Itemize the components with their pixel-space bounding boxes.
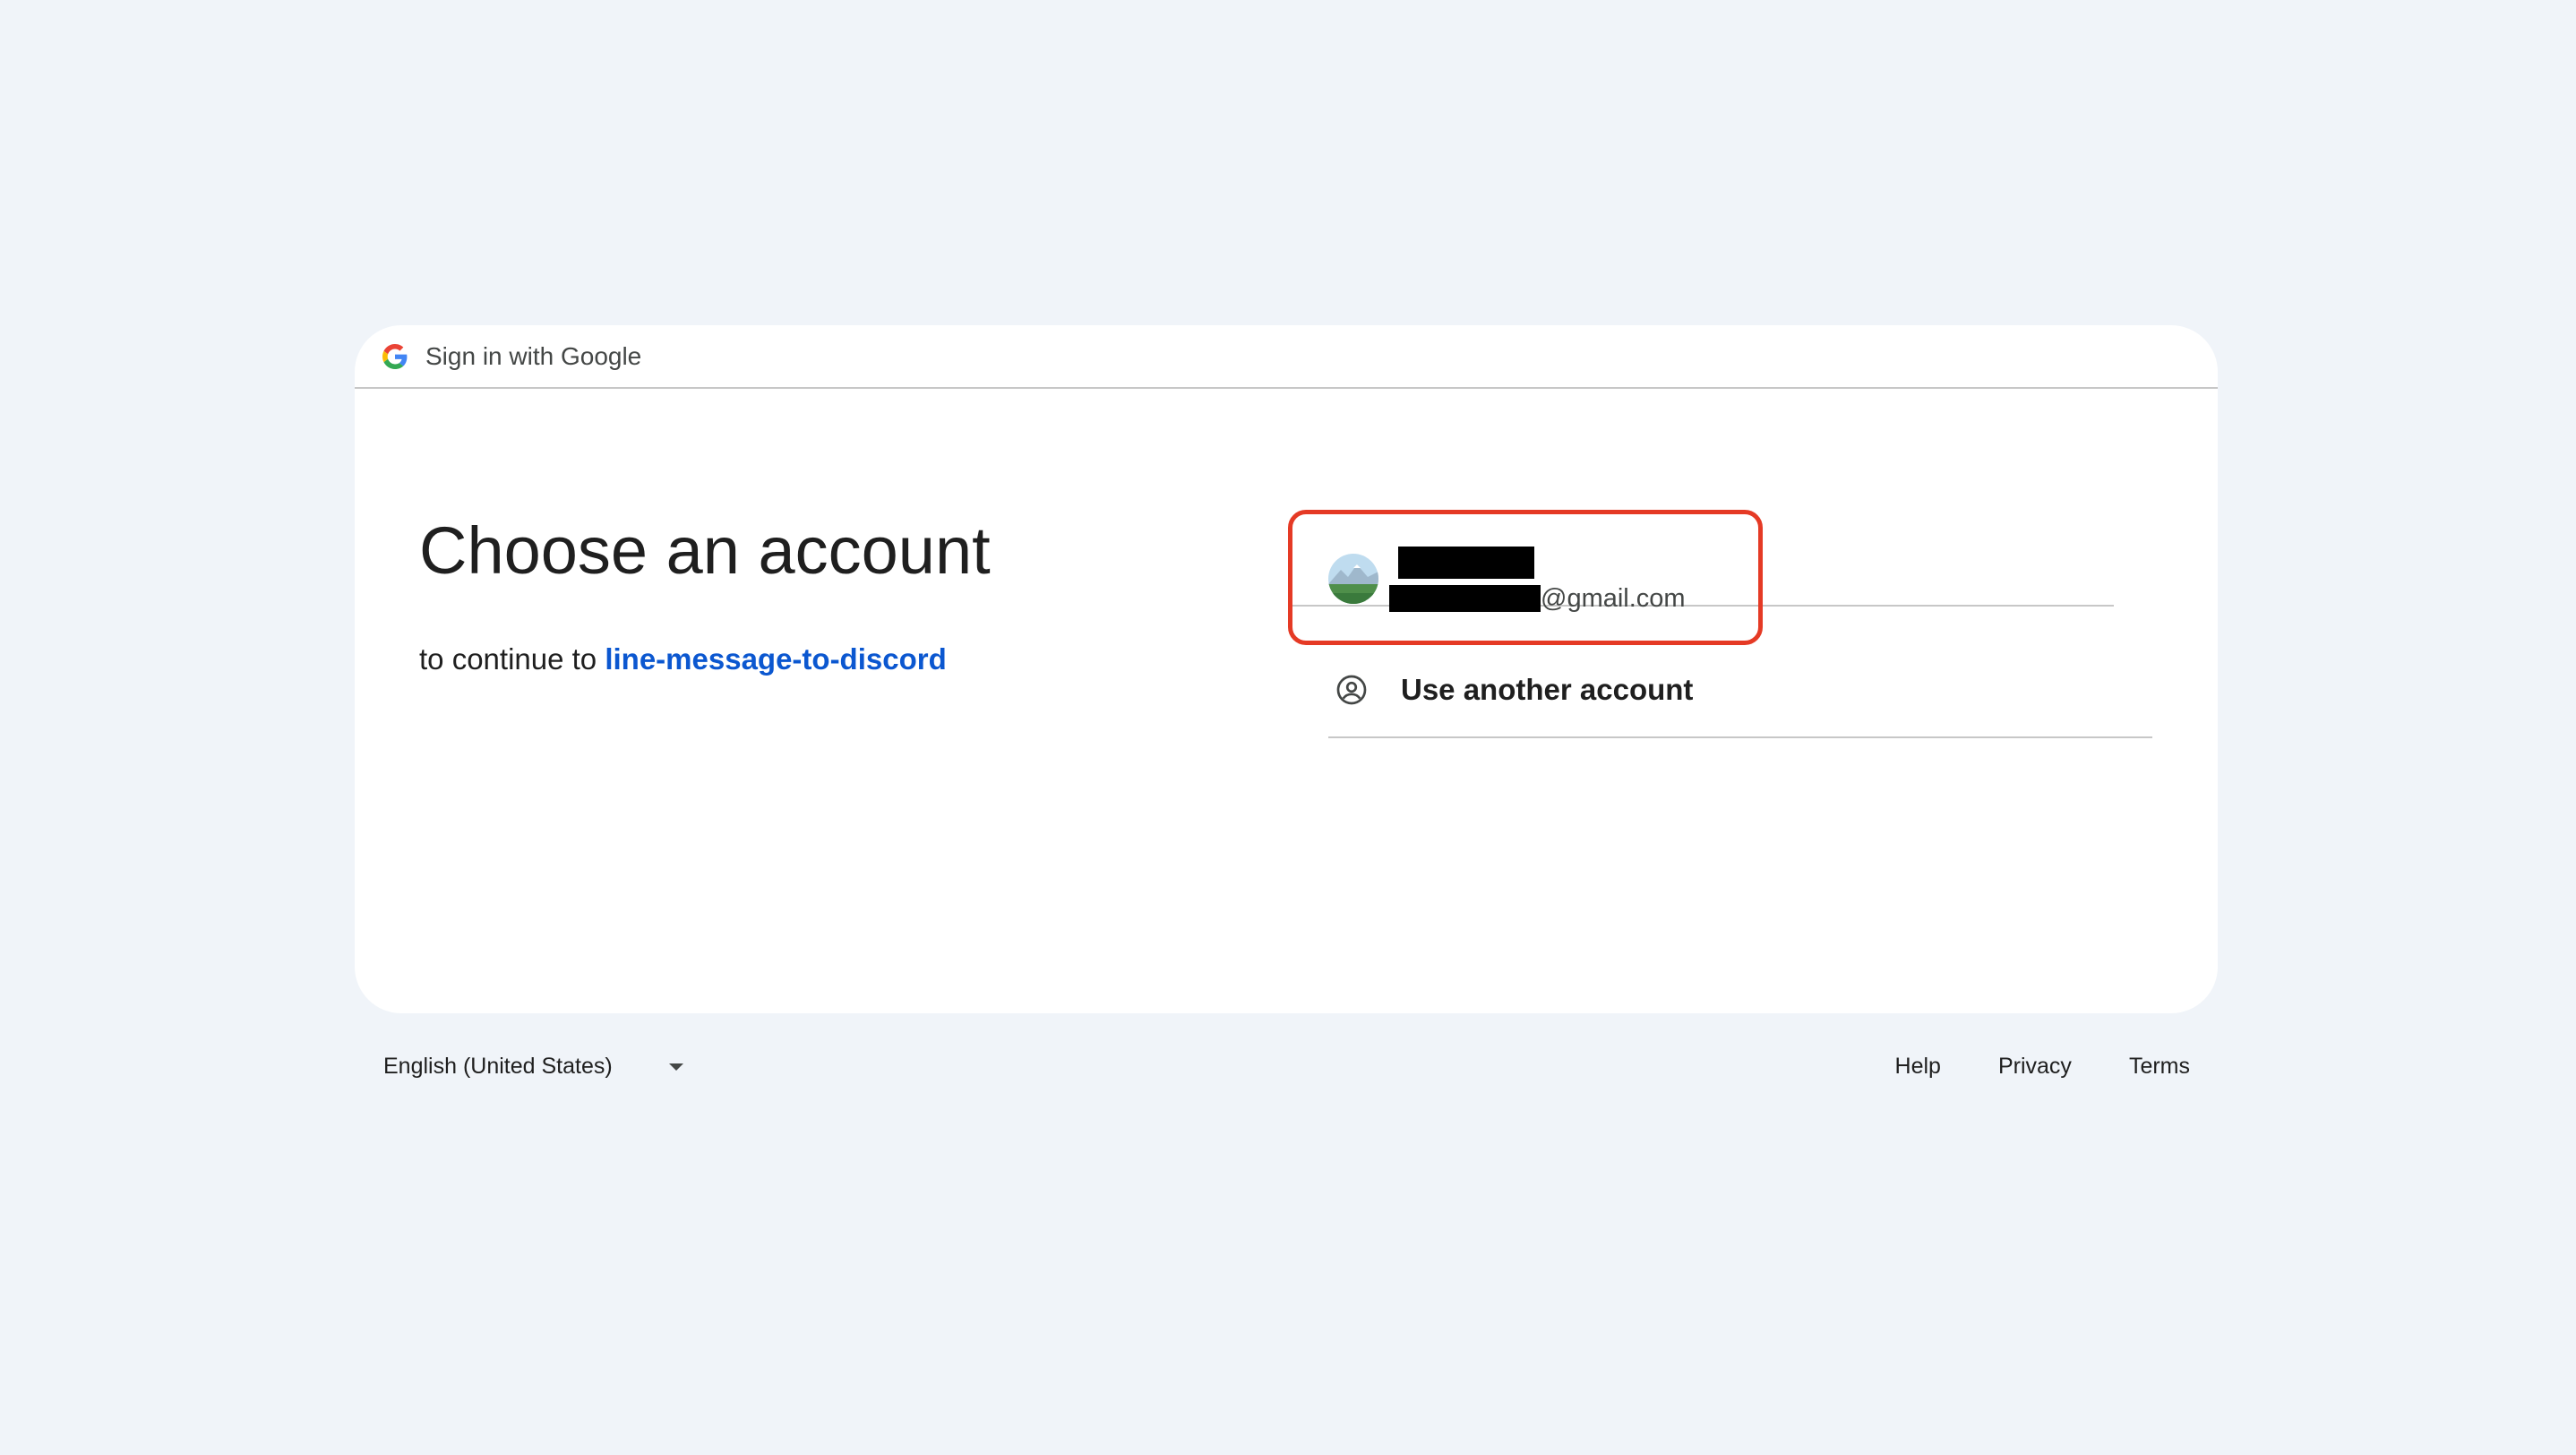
language-label: English (United States) bbox=[383, 1054, 613, 1079]
use-another-account-label: Use another account bbox=[1401, 672, 1694, 706]
help-link[interactable]: Help bbox=[1895, 1054, 1941, 1080]
use-another-account-button[interactable]: Use another account bbox=[1328, 642, 2152, 738]
subtitle: to continue to line-message-to-discord bbox=[419, 642, 947, 676]
terms-link[interactable]: Terms bbox=[2129, 1054, 2190, 1080]
account-email-suffix: @gmail.com bbox=[1541, 584, 1686, 613]
person-circle-icon bbox=[1336, 675, 1367, 704]
google-g-icon bbox=[382, 343, 408, 369]
language-selector[interactable]: English (United States) bbox=[383, 1054, 686, 1080]
privacy-link[interactable]: Privacy bbox=[1998, 1054, 2072, 1080]
header-title: Sign in with Google bbox=[425, 341, 642, 370]
account-name-redacted bbox=[1398, 547, 1534, 579]
landscape-avatar-icon bbox=[1328, 554, 1378, 604]
subtitle-prefix: to continue to bbox=[419, 642, 597, 676]
card-header: Sign in with Google bbox=[355, 325, 2218, 389]
account-username-redacted bbox=[1389, 585, 1541, 612]
signin-card: Sign in with Google Choose an account to… bbox=[355, 325, 2218, 1013]
app-name-link[interactable]: line-message-to-discord bbox=[605, 642, 946, 676]
caret-down-icon bbox=[668, 1063, 683, 1071]
footer-links: Help Privacy Terms bbox=[1895, 1054, 2190, 1080]
page-title: Choose an account bbox=[419, 513, 991, 588]
